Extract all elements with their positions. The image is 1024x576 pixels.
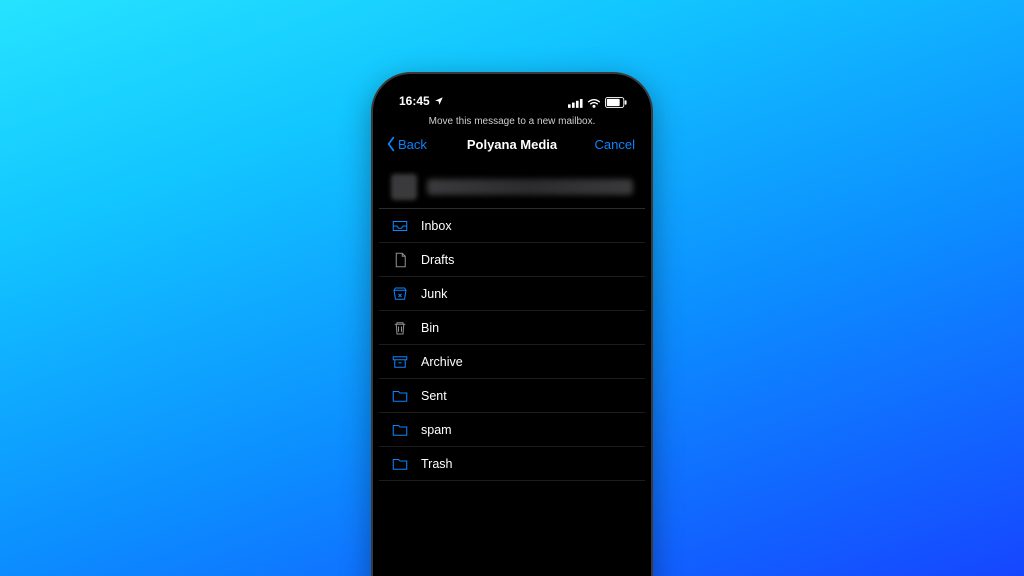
mailbox-row-trash[interactable]: Trash <box>379 447 645 481</box>
mailbox-row-spam[interactable]: spam <box>379 413 645 447</box>
nav-title: Polyana Media <box>467 137 557 152</box>
chevron-left-icon <box>385 136 397 152</box>
archive-icon <box>391 353 409 371</box>
mailbox-row-sent[interactable]: Sent <box>379 379 645 413</box>
trash-icon <box>391 319 409 337</box>
battery-icon <box>605 97 627 108</box>
mailbox-label: Bin <box>421 321 439 335</box>
mailbox-row-archive[interactable]: Archive <box>379 345 645 379</box>
mailbox-label: Trash <box>421 457 453 471</box>
mailbox-list: Inbox Drafts Junk Bin Archive Sent spam Trash <box>379 209 645 481</box>
volume-up-button <box>371 234 373 274</box>
phone-frame: 16:45 Move this message to a new mailbox… <box>371 72 653 576</box>
nav-bar: Back Polyana Media Cancel <box>379 131 645 161</box>
status-bar: 16:45 <box>379 80 645 110</box>
mailbox-label: Inbox <box>421 219 452 233</box>
sender-avatar <box>391 174 417 200</box>
wifi-icon <box>587 98 601 108</box>
power-button <box>651 234 653 294</box>
folder-icon <box>391 421 409 439</box>
mailbox-label: Archive <box>421 355 463 369</box>
mailbox-label: Sent <box>421 389 447 403</box>
instruction-text: Move this message to a new mailbox. <box>379 110 645 131</box>
mailbox-label: spam <box>421 423 452 437</box>
location-icon <box>434 96 444 106</box>
cellular-icon <box>568 98 583 108</box>
mailbox-label: Drafts <box>421 253 454 267</box>
junk-icon <box>391 285 409 303</box>
screen: 16:45 Move this message to a new mailbox… <box>379 80 645 576</box>
status-right <box>568 97 627 108</box>
mailbox-row-junk[interactable]: Junk <box>379 277 645 311</box>
status-left: 16:45 <box>399 94 444 108</box>
volume-down-button <box>371 284 373 324</box>
folder-icon <box>391 387 409 405</box>
drafts-icon <box>391 251 409 269</box>
inbox-icon <box>391 217 409 235</box>
mailbox-label: Junk <box>421 287 447 301</box>
sender-redacted-text <box>427 179 633 195</box>
message-preview <box>379 165 645 209</box>
back-label: Back <box>398 137 427 152</box>
mute-switch <box>371 194 373 220</box>
folder-icon <box>391 455 409 473</box>
status-time: 16:45 <box>399 94 430 108</box>
mailbox-row-bin[interactable]: Bin <box>379 311 645 345</box>
back-button[interactable]: Back <box>385 136 427 152</box>
mailbox-row-drafts[interactable]: Drafts <box>379 243 645 277</box>
mailbox-row-inbox[interactable]: Inbox <box>379 209 645 243</box>
cancel-button[interactable]: Cancel <box>595 137 635 152</box>
